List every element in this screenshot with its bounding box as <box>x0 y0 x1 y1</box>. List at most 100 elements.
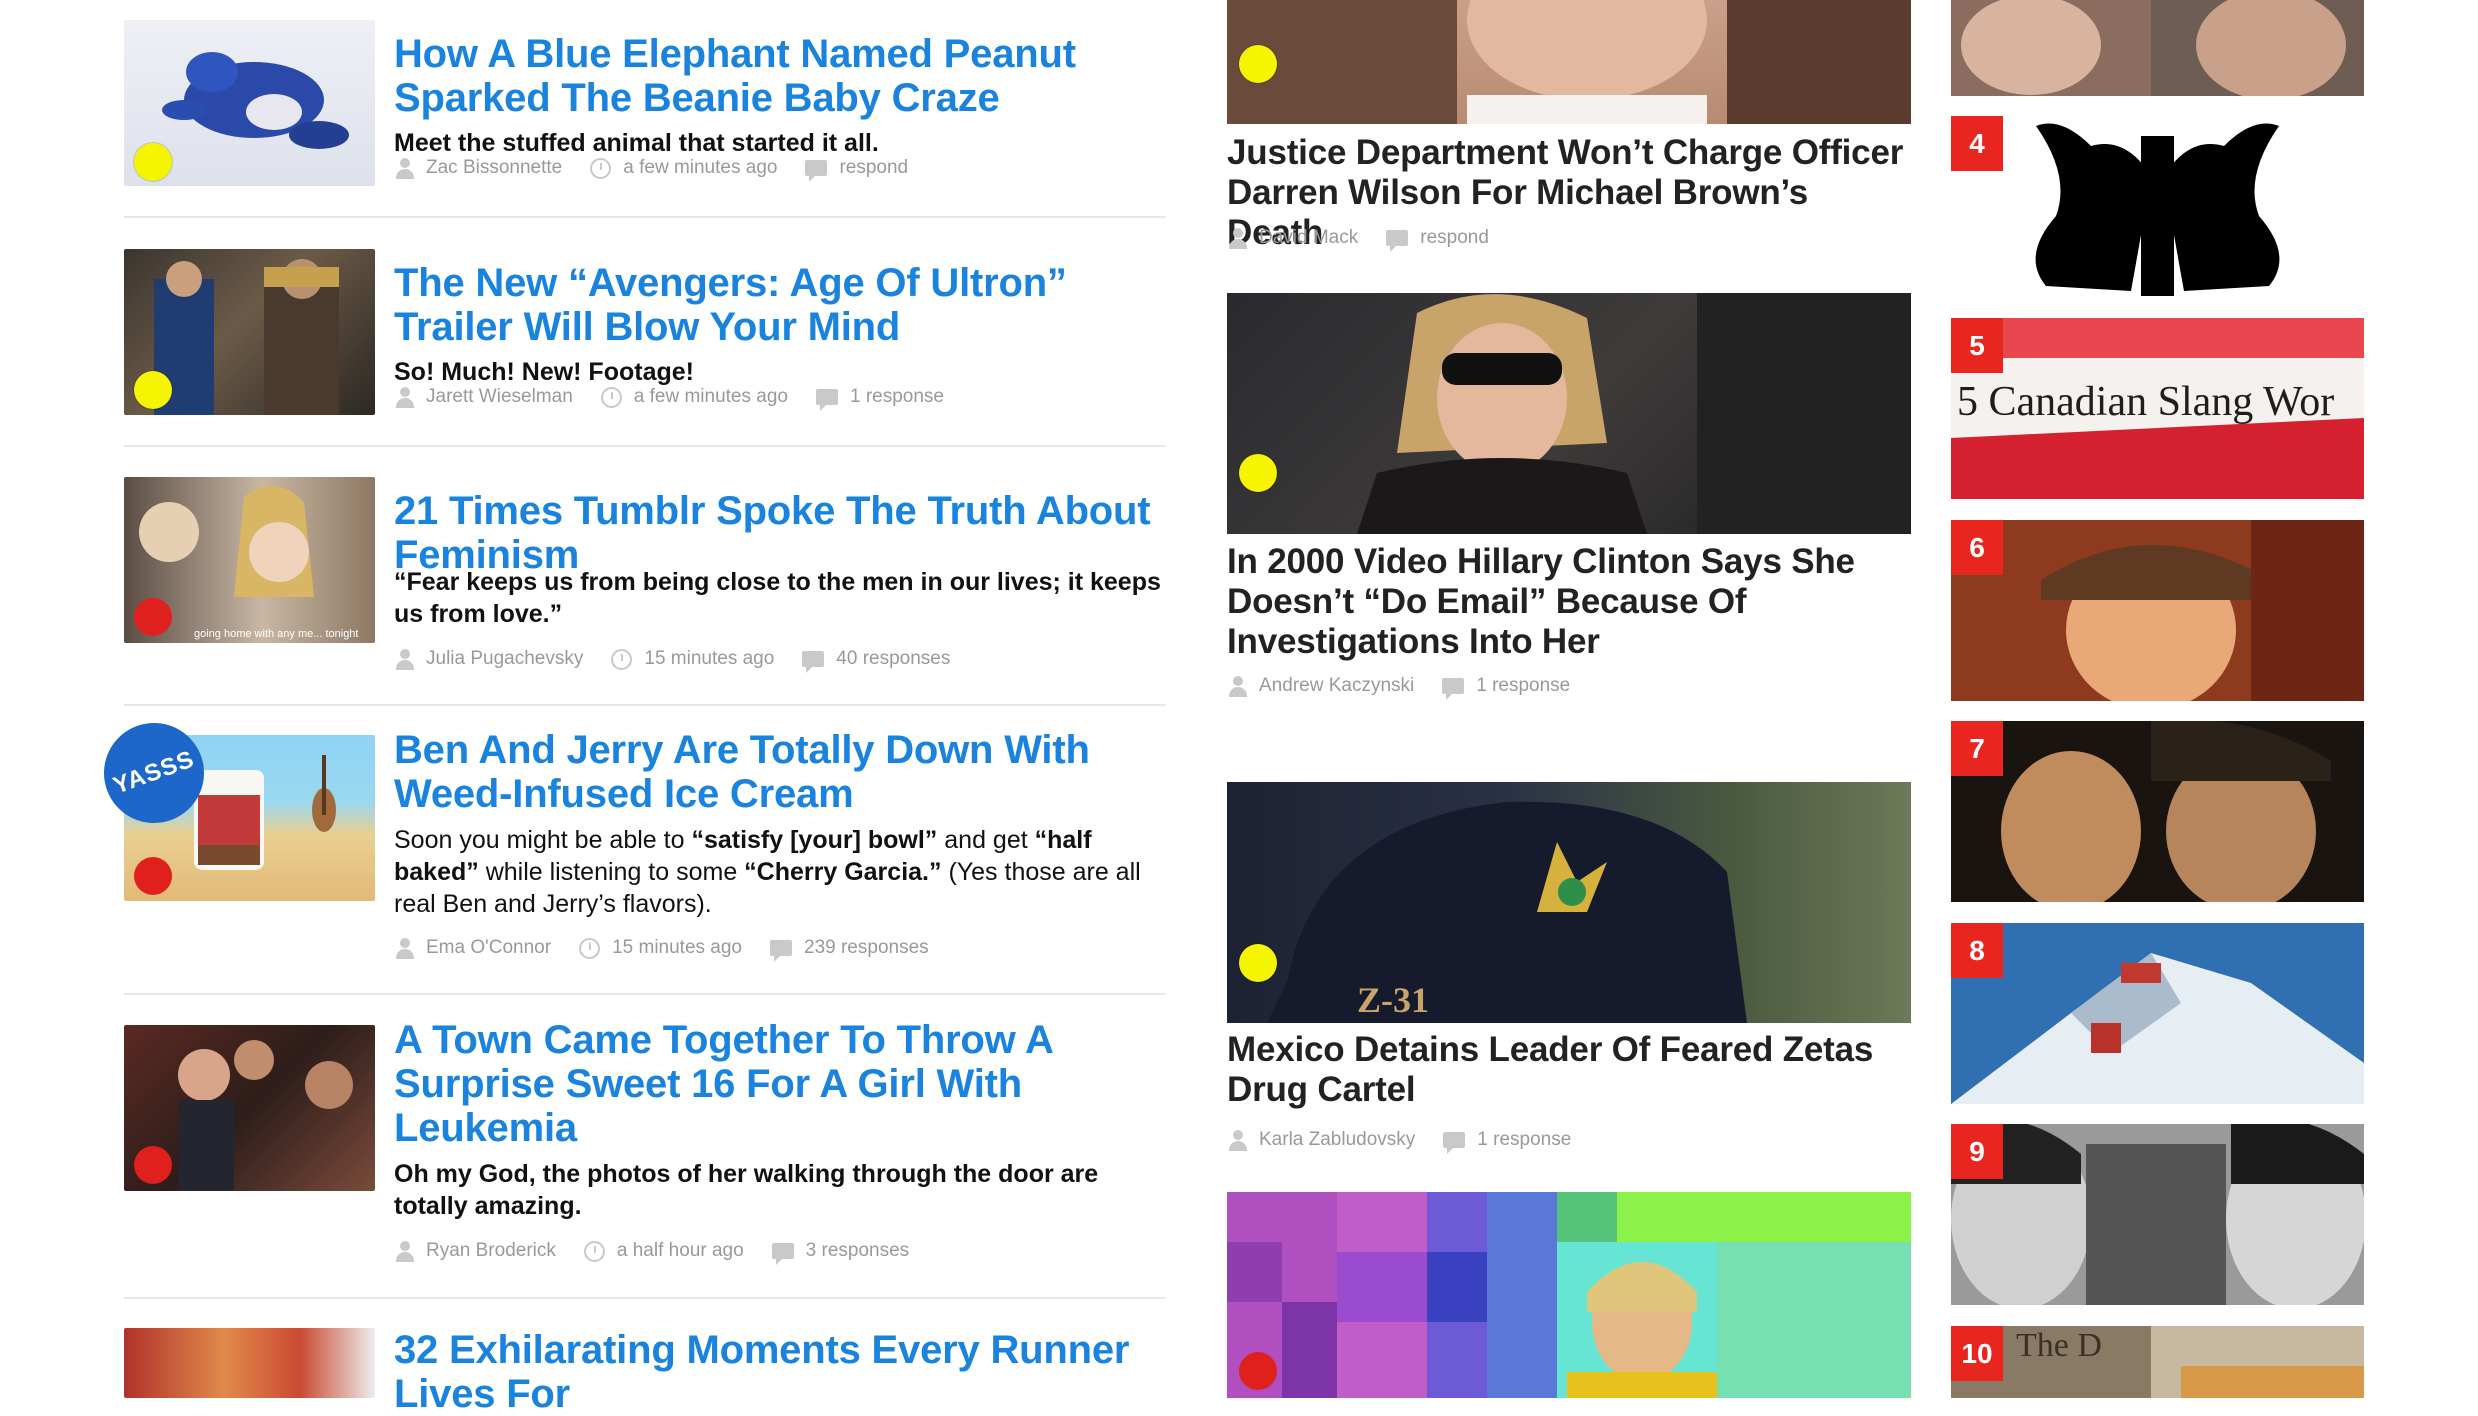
rail-image: 5 Canadian Slang Wor <box>1951 318 2364 499</box>
responses-text[interactable]: respond <box>1420 227 1489 249</box>
story-thumbnail[interactable] <box>124 1328 375 1398</box>
story-meta: Ema O'Connor 15 minutes ago 239 response… <box>394 936 957 962</box>
responses-text[interactable]: 239 responses <box>804 937 929 959</box>
rail-image <box>1951 116 2364 297</box>
rail-image: The D <box>1951 1326 2364 1398</box>
responses-text[interactable]: 1 response <box>1477 1129 1571 1151</box>
timestamp: a half hour ago <box>583 1240 744 1262</box>
timestamp: 15 minutes ago <box>579 937 742 959</box>
author[interactable]: Karla Zabludovsky <box>1227 1129 1415 1151</box>
story-title[interactable]: The New “Avengers: Age Of Ultron” Traile… <box>394 261 1164 349</box>
story-title[interactable]: A Town Came Together To Throw A Surprise… <box>394 1018 1094 1150</box>
rail-image-text: 5 Canadian Slang Wor <box>1957 379 2334 425</box>
responses-text[interactable]: 40 responses <box>836 648 950 670</box>
rail-item[interactable]: 5 5 Canadian Slang Wor <box>1951 318 2364 499</box>
author-name[interactable]: Ema O'Connor <box>426 937 551 959</box>
rail-image <box>1951 520 2364 701</box>
clock-icon <box>583 1240 605 1262</box>
desc-part: So! Much! New! Footage! <box>394 358 694 386</box>
desc-part: “satisfy [your] bowl” <box>691 826 938 854</box>
rank-badge: 5 <box>1951 318 2003 373</box>
divider <box>124 1297 1166 1299</box>
rail-image <box>1951 721 2364 902</box>
responses-text[interactable]: respond <box>839 157 908 179</box>
rail-item[interactable]: 7 <box>1951 721 2364 902</box>
author[interactable]: Ema O'Connor <box>394 937 551 959</box>
card-photo <box>1227 0 1911 124</box>
responses-link[interactable]: 1 response <box>815 386 944 411</box>
rail-item[interactable]: 4 <box>1951 116 2364 297</box>
rail-item[interactable]: 8 <box>1951 923 2364 1104</box>
author-name[interactable]: Jarett Wieselman <box>426 386 573 408</box>
desc-part: and get <box>937 826 1035 854</box>
time-text: 15 minutes ago <box>644 648 775 669</box>
clock-icon <box>600 386 622 408</box>
status-dot <box>134 143 172 181</box>
responses-link[interactable]: 3 responses <box>771 1240 910 1265</box>
user-icon <box>1227 227 1249 249</box>
user-icon <box>394 386 416 408</box>
author[interactable]: Julia Pugachevsky <box>394 648 583 670</box>
desc-part: “Cherry Garcia.” <box>744 858 942 886</box>
author-name[interactable]: Karla Zabludovsky <box>1259 1129 1415 1151</box>
comment-icon <box>1442 678 1465 700</box>
story-description: Meet the stuffed animal that started it … <box>394 127 1164 159</box>
responses-text[interactable]: 1 response <box>1476 675 1570 697</box>
author-name[interactable]: Julia Pugachevsky <box>426 648 583 670</box>
clock-icon <box>590 157 612 179</box>
responses-text[interactable]: 3 responses <box>806 1240 910 1262</box>
card-meta: Karla Zabludovsky 1 response <box>1227 1128 1599 1154</box>
status-dot <box>1239 454 1277 492</box>
story-title[interactable]: How A Blue Elephant Named Peanut Sparked… <box>394 32 1164 120</box>
card-image[interactable] <box>1227 1192 1911 1398</box>
story-description: So! Much! New! Footage! <box>394 356 1164 388</box>
comment-icon <box>805 160 828 182</box>
user-icon <box>1227 675 1249 697</box>
status-dot <box>1239 1352 1277 1390</box>
card-image[interactable]: Z-31 <box>1227 782 1911 1023</box>
user-icon <box>394 937 416 959</box>
card-image[interactable] <box>1227 293 1911 534</box>
author-name[interactable]: Andrew Kaczynski <box>1259 675 1414 697</box>
card-title[interactable]: In 2000 Video Hillary Clinton Says She D… <box>1227 542 1911 662</box>
desc-part: “Fear keeps us from being close to the m… <box>394 568 1161 628</box>
author[interactable]: Zac Bissonnette <box>394 157 562 179</box>
author[interactable]: Jarett Wieselman <box>394 386 573 408</box>
responses-link[interactable]: respond <box>805 157 908 182</box>
responses-link[interactable]: 239 responses <box>770 937 929 962</box>
rail-item[interactable]: 10 The D <box>1951 1326 2364 1398</box>
rank-badge: 10 <box>1951 1326 2003 1381</box>
responses-link[interactable]: 1 response <box>1442 675 1570 700</box>
rail-item[interactable]: 6 <box>1951 520 2364 701</box>
desc-part: Oh my God, the photos of her walking thr… <box>394 1160 1099 1220</box>
author-name[interactable]: Ryan Broderick <box>426 1240 556 1262</box>
responses-link[interactable]: 1 response <box>1443 1129 1571 1154</box>
rank-badge: 6 <box>1951 520 2003 575</box>
rail-item[interactable] <box>1951 0 2364 96</box>
author[interactable]: David Mack <box>1227 227 1358 249</box>
rail-item[interactable]: 9 <box>1951 1124 2364 1305</box>
responses-link[interactable]: respond <box>1386 227 1489 252</box>
comment-icon <box>1443 1132 1466 1154</box>
status-dot <box>1239 45 1277 83</box>
responses-text[interactable]: 1 response <box>850 386 944 408</box>
time-text: a few minutes ago <box>633 386 788 407</box>
responses-link[interactable]: 40 responses <box>802 648 950 673</box>
comment-icon <box>771 1243 794 1265</box>
user-icon <box>394 157 416 179</box>
comment-icon <box>802 651 825 673</box>
author-name[interactable]: Zac Bissonnette <box>426 157 562 179</box>
comment-icon <box>770 940 792 962</box>
rail-image <box>1951 923 2364 1104</box>
card-title[interactable]: Mexico Detains Leader Of Feared Zetas Dr… <box>1227 1030 1911 1110</box>
story-description: Oh my God, the photos of her walking thr… <box>394 1158 1164 1222</box>
story-title[interactable]: 32 Exhilarating Moments Every Runner Liv… <box>394 1328 1164 1416</box>
story-title[interactable]: Ben And Jerry Are Totally Down With Weed… <box>394 728 1164 816</box>
author-name[interactable]: David Mack <box>1259 227 1358 249</box>
story-title[interactable]: 21 Times Tumblr Spoke The Truth About Fe… <box>394 489 1164 577</box>
divider <box>124 993 1166 995</box>
author[interactable]: Ryan Broderick <box>394 1240 556 1262</box>
card-image[interactable] <box>1227 0 1911 124</box>
status-dot <box>134 371 172 409</box>
author[interactable]: Andrew Kaczynski <box>1227 675 1414 697</box>
